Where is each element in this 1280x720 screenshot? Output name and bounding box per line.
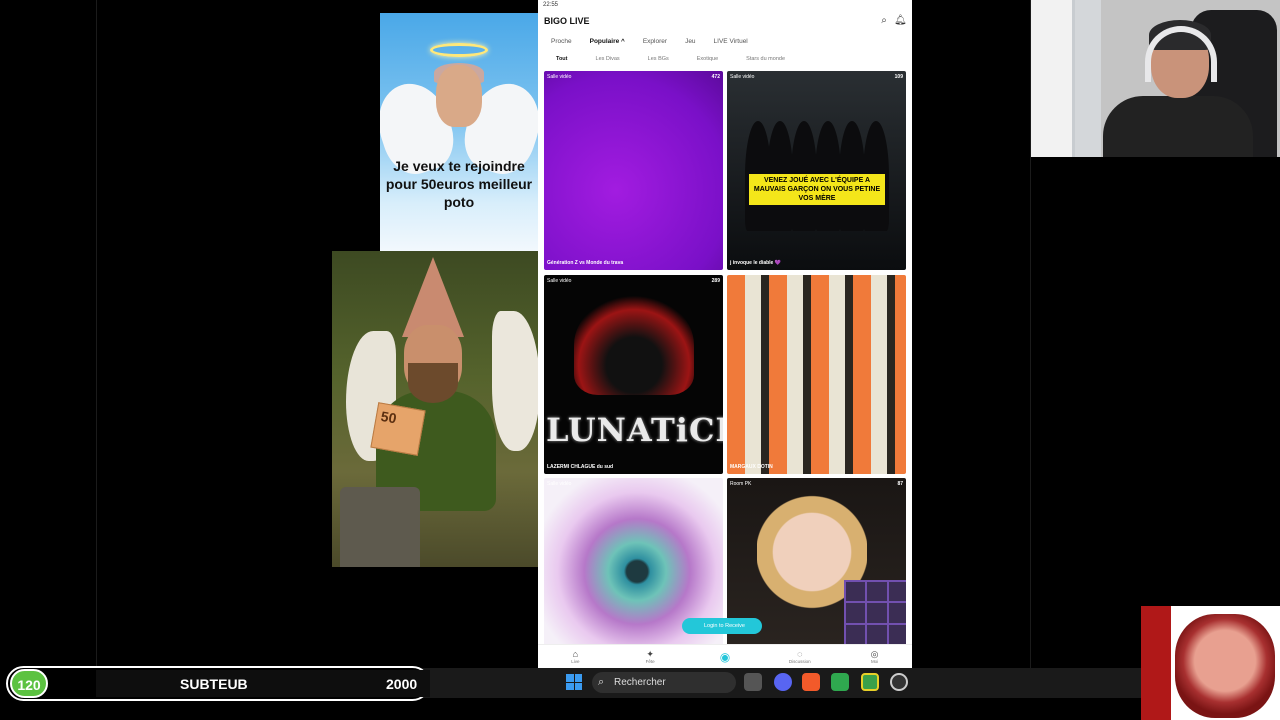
tab-explorer[interactable]: Explorer [636, 36, 674, 47]
wing-shape [492, 311, 540, 451]
subtab-les-divas[interactable]: Les Divas [596, 56, 620, 62]
card-logo-text: LUNATiCK [546, 411, 723, 449]
beard-shape [408, 363, 458, 403]
bell-icon[interactable]: 🔔︎ [894, 15, 907, 27]
party-icon: ✦ [646, 649, 654, 659]
status-time: 22:55 [543, 2, 559, 8]
progress-track [96, 670, 430, 697]
camera-icon: ◉ [719, 649, 731, 664]
hood-graphic [574, 295, 694, 395]
viewer-count: 109 [894, 74, 903, 80]
obs-icon[interactable] [890, 673, 908, 691]
banknote: 50 [370, 402, 426, 456]
card-tag: Room PK [730, 481, 752, 487]
spreadsheet-icon[interactable] [831, 673, 849, 691]
card-banner-text: VENEZ JOUÉ AVEC L'ÉQUIPE A MAUVAIS GARÇO… [749, 174, 885, 205]
card-title: Génération Z vs Monde du trava [547, 260, 624, 266]
top-tabs: Proche Populaire ^ Explorer Jeu LIVE Vir… [544, 36, 755, 47]
login-banner-button[interactable]: Login to Receive [682, 618, 762, 634]
taskbar-search[interactable]: ⌕ Rechercher [592, 672, 736, 693]
home-icon: ⌂ [572, 649, 579, 659]
sub-count: 120 [10, 669, 48, 698]
profile-icon: ◎ [870, 649, 879, 659]
webcam-feed [1031, 0, 1280, 157]
card-tag: Salle vidéo [730, 74, 755, 80]
brave-icon[interactable] [802, 673, 820, 691]
subtab-les-bgs[interactable]: Les BGs [648, 56, 669, 62]
pk-grid [844, 580, 906, 646]
search-icon[interactable]: ⌕ [878, 15, 890, 27]
halo-shape [430, 43, 488, 57]
tab-proche[interactable]: Proche [544, 36, 579, 47]
subtab-tout[interactable]: Tout [556, 56, 568, 62]
face-shape [1175, 614, 1275, 718]
chat-icon: ◌ [797, 649, 803, 659]
tab-jeu[interactable]: Jeu [678, 36, 702, 47]
viewer-count: 289 [711, 278, 720, 284]
face-shape [436, 65, 482, 127]
sub-goal-label: SUBTEUB [180, 676, 248, 692]
live-card[interactable]: Salle vidéo 472 Génération Z vs Monde du… [544, 71, 723, 270]
tab-live-virtuel[interactable]: LIVE Virtuel [707, 36, 755, 47]
bottom-nav: ⌂ Live ✦ Fête ◉ ◌ Discussion ◎ Moi [538, 644, 912, 668]
tab-populaire[interactable]: Populaire ^ [583, 36, 632, 47]
live-card[interactable]: LUNATiCK Salle vidéo 289 LAZERMI CHLAGUE… [544, 275, 723, 474]
torso-shape [1103, 96, 1253, 157]
gnome-meme-image: 50 [332, 251, 542, 567]
red-shape [1141, 606, 1171, 720]
phone-screen: 22:55 BIGO LIVE ⌕ 🔔︎ Proche Populaire ^ … [538, 0, 912, 668]
card-title: j invoque le diable 💜 [730, 260, 781, 266]
angel-meme-image: Je veux te rejoindre pour 50euros meille… [380, 13, 538, 251]
file-explorer-icon[interactable] [744, 673, 762, 691]
subtab-stars-du-monde[interactable]: Stars du monde [746, 56, 785, 62]
viewer-count: 472 [711, 74, 720, 80]
category-tabs: Tout Les Divas Les BGs Exotique Stars du… [556, 56, 785, 62]
card-tag: Salle vidéo [547, 74, 572, 80]
card-tag: Salle vidéo [547, 278, 572, 284]
viewer-count: 87 [897, 481, 903, 487]
nav-fete[interactable]: ✦ Fête [635, 649, 665, 664]
angel-caption: Je veux te rejoindre pour 50euros meille… [385, 158, 533, 210]
subtab-exotique[interactable]: Exotique [697, 56, 718, 62]
nav-discussion[interactable]: ◌ Discussion [785, 649, 815, 664]
nav-moi[interactable]: ◎ Moi [860, 649, 890, 664]
gravestone-shape [340, 487, 420, 567]
reaction-image [1141, 606, 1280, 720]
nav-live[interactable]: ⌂ Live [560, 649, 590, 664]
windows-start-icon[interactable] [566, 674, 582, 690]
card-title: LAZERMI CHLAGUE du sud [547, 464, 614, 470]
search-icon: ⌕ [598, 676, 605, 688]
sub-goal-bar: 120 SUBTEUB 2000 [6, 666, 430, 701]
door-shape [1031, 0, 1075, 157]
stream-scene: Je veux te rejoindre pour 50euros meille… [0, 0, 1280, 720]
discord-icon[interactable] [774, 673, 792, 691]
app-title: BIGO LIVE [544, 16, 590, 26]
nav-go-live[interactable]: ◉ [710, 649, 740, 664]
card-tag: Salle vidéo [547, 481, 572, 487]
divider [96, 0, 97, 668]
app-icon[interactable] [861, 673, 879, 691]
card-title: MARGAUX DOTIN [730, 464, 773, 470]
live-card[interactable]: VENEZ JOUÉ AVEC L'ÉQUIPE A MAUVAIS GARÇO… [727, 71, 906, 270]
sub-goal-target: 2000 [386, 676, 418, 692]
live-card[interactable]: MARGAUX DOTIN [727, 275, 906, 474]
